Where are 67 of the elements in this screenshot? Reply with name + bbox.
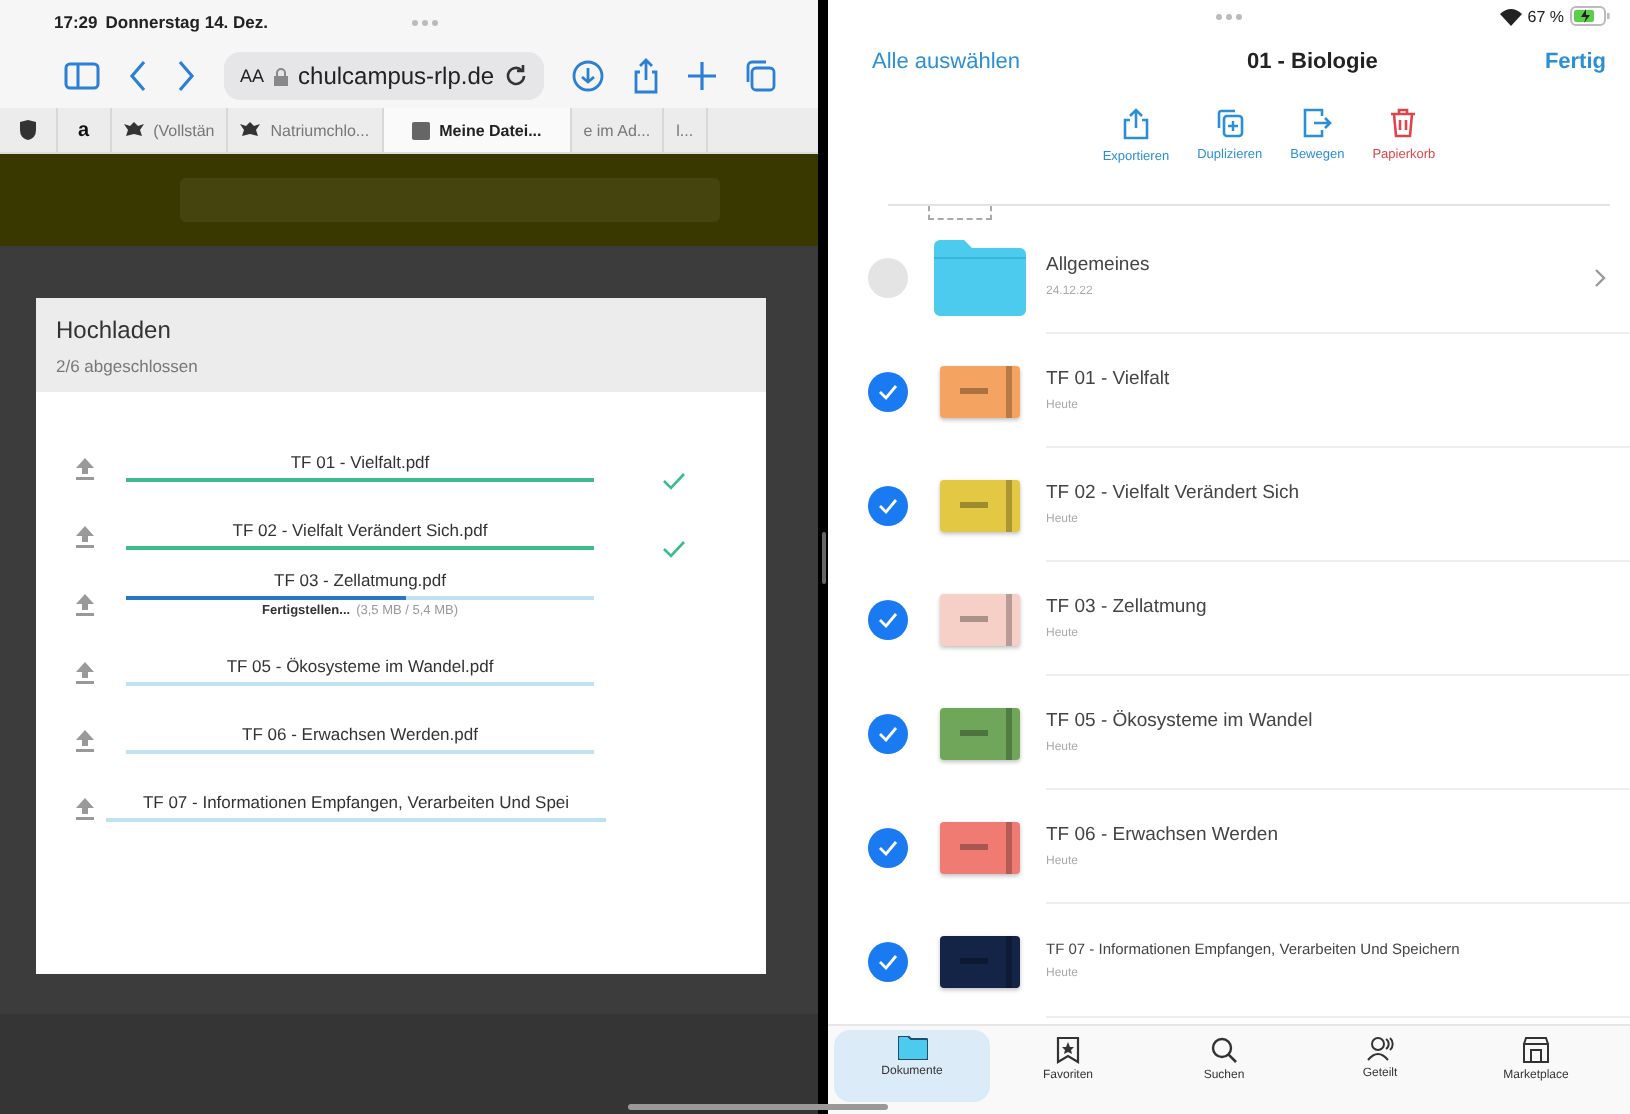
chevron-right-icon[interactable] <box>1594 267 1606 287</box>
person-icon <box>1365 1036 1395 1062</box>
new-tab-icon[interactable] <box>688 62 717 90</box>
item-name: TF 02 - Vielfalt Verändert Sich <box>1046 482 1302 504</box>
address-bar[interactable]: AA chulcampus-rlp.de <box>224 52 545 100</box>
dialog-subtitle: 2/6 abgeschlossen <box>56 356 200 376</box>
folder-title: 01 - Biologie <box>1247 50 1378 74</box>
select-all-button[interactable]: Alle auswählen <box>872 50 1020 74</box>
dialog-title: Hochladen <box>56 316 173 344</box>
selection-circle[interactable] <box>868 599 908 639</box>
selection-circle[interactable] <box>868 941 908 981</box>
item-name: TF 05 - Ökosysteme im Wandel <box>1046 710 1315 732</box>
back-icon[interactable] <box>128 60 148 92</box>
download-icon[interactable] <box>572 60 605 92</box>
done-button[interactable]: Fertig <box>1544 50 1606 74</box>
file-name: TF 07 - Informationen Empfangen, Verarbeiten Und Spei <box>140 792 572 812</box>
selection-circle[interactable] <box>868 827 908 867</box>
check-icon <box>662 540 686 558</box>
eagle-icon <box>123 120 144 140</box>
browser-tab[interactable]: Meine Datei... <box>383 108 572 152</box>
sidebar-icon[interactable] <box>64 62 100 90</box>
browser-tab[interactable]: e im Ad... <box>571 108 665 152</box>
bookmark-star-icon <box>1056 1036 1080 1064</box>
placeholder-outline <box>928 206 992 220</box>
selection-circle[interactable] <box>868 485 908 525</box>
item-name: TF 06 - Erwachsen Werden <box>1046 824 1280 846</box>
reload-icon[interactable] <box>504 64 529 88</box>
share-icon <box>1121 108 1150 140</box>
check-icon <box>662 472 686 490</box>
eagle-icon <box>240 120 261 140</box>
upload-icon <box>76 662 94 684</box>
selection-circle[interactable] <box>868 371 908 411</box>
storefront-icon <box>1522 1036 1550 1064</box>
file-name: TF 02 - Vielfalt Verändert Sich.pdf <box>230 520 490 540</box>
multitask-dots-icon[interactable] <box>412 19 438 25</box>
file-name: TF 03 - Zellatmung.pdf <box>272 570 448 590</box>
move-icon <box>1302 108 1333 138</box>
file-name: TF 01 - Vielfalt.pdf <box>288 452 432 472</box>
search-icon <box>1210 1036 1238 1064</box>
upload-icon <box>76 730 94 752</box>
status-date: Donnerstag 14. Dez. <box>105 12 268 32</box>
wifi-icon <box>1499 7 1522 25</box>
tabs-overview-icon[interactable] <box>744 60 777 92</box>
folder-icon <box>897 1036 927 1060</box>
folder-icon <box>934 239 1026 315</box>
upload-icon <box>76 458 94 480</box>
battery-percentage: 67 % <box>1527 7 1564 25</box>
file-name: TF 06 - Erwachsen Werden.pdf <box>240 724 480 744</box>
item-name: TF 01 - Vielfalt <box>1046 368 1172 390</box>
duplicate-icon <box>1215 108 1244 138</box>
forward-icon[interactable] <box>176 60 196 92</box>
share-icon[interactable] <box>632 58 661 94</box>
selection-circle[interactable] <box>868 713 908 753</box>
page-icon <box>411 121 430 139</box>
file-name: TF 05 - Ökosysteme im Wandel.pdf <box>224 656 496 676</box>
multitask-dots-icon[interactable] <box>1216 13 1242 19</box>
browser-tab[interactable]: (Vollstän <box>111 108 229 152</box>
shield-icon <box>20 120 36 140</box>
item-name: Allgemeines <box>1046 254 1152 276</box>
upload-icon <box>76 594 94 616</box>
battery-icon <box>1570 6 1610 26</box>
trash-icon <box>1390 108 1417 138</box>
upload-icon <box>76 526 94 548</box>
lock-icon <box>274 67 289 85</box>
upload-icon <box>76 798 94 820</box>
status-time: 17:29 <box>54 12 98 32</box>
item-name: TF 03 - Zellatmung <box>1046 596 1209 618</box>
